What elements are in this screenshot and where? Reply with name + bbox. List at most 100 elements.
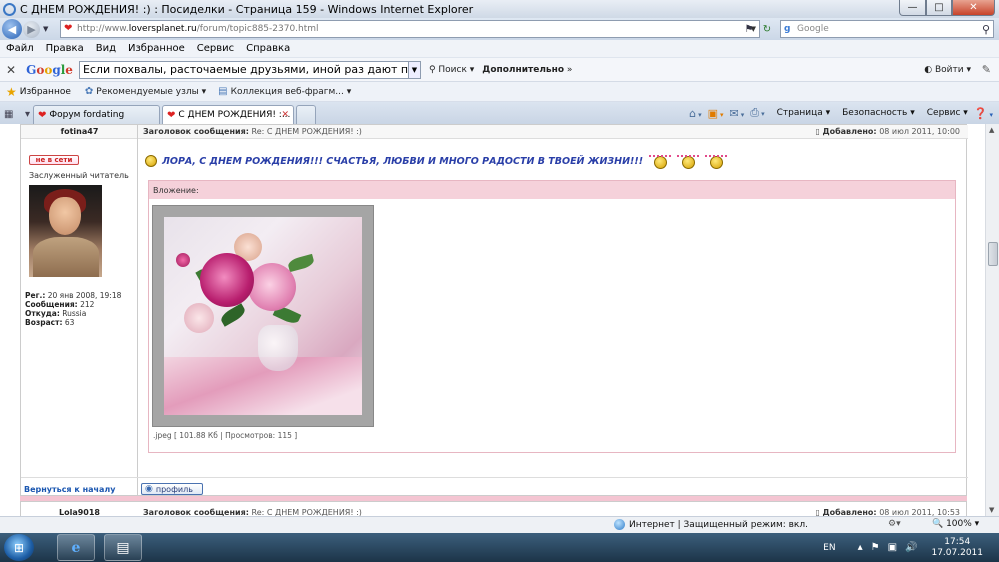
safety-menu[interactable]: Безопасность ▾	[836, 108, 915, 118]
settings-wrench-icon[interactable]: ✎	[982, 63, 991, 76]
menu-file[interactable]: Файл	[6, 43, 34, 54]
attachment-label: Вложение:	[149, 181, 955, 199]
next-forum-post: Lola9018 Заголовок сообщения: Re: С ДНЕМ…	[20, 501, 967, 516]
back-to-top-link[interactable]: Вернуться к началу	[24, 485, 115, 494]
favorites-label[interactable]: Избранное	[20, 87, 71, 97]
attachment-caption: .jpeg [ 101.88 Кб | Просмотров: 115 ]	[153, 431, 298, 440]
close-button[interactable]: ✕	[952, 0, 995, 16]
menu-view[interactable]: Вид	[96, 43, 116, 54]
next-post-author[interactable]: Lola9018	[21, 508, 138, 516]
signin-button[interactable]: ◐ Войти ▾	[924, 65, 971, 75]
security-zone[interactable]: Интернет | Защищенный режим: вкл.	[614, 519, 808, 530]
web-slice-icon: ▤	[218, 86, 228, 97]
search-icon[interactable]: ⚲	[982, 23, 990, 36]
post-footer: Вернуться к началу ◉ профиль	[21, 477, 968, 497]
stat-posts: Сообщения: 212	[25, 300, 95, 309]
stat-registered: Рег.: 20 янв 2008, 19:18	[25, 291, 122, 300]
dancing-smiley-icon	[705, 155, 728, 169]
feeds-icon[interactable]: ▣ ▾	[708, 107, 724, 120]
tab-favicon-icon: ❤	[38, 109, 47, 121]
suggested-sites-icon: ✿	[84, 86, 94, 97]
command-bar: ⌂ ▾ ▣ ▾ ✉ ▾ ⎙ ▾ Страница ▾ Безопасность ▾ Се…	[683, 106, 993, 120]
tab-forum[interactable]: ❤ Форум fordating	[33, 105, 160, 124]
status-bar: Интернет | Защищенный режим: вкл. ⚙▾ 🔍 1…	[0, 516, 999, 533]
url-host: loversplanet.ru	[128, 24, 197, 34]
next-post-date: ▯ Добавлено: 08 июл 2011, 10:53	[815, 508, 961, 516]
language-indicator[interactable]: EN	[823, 543, 835, 553]
post-author[interactable]: fotina47	[21, 127, 138, 136]
globe-icon	[614, 519, 625, 530]
more-button[interactable]: Дополнительно »	[482, 65, 572, 75]
user-stats: Рег.: 20 янв 2008, 19:18 Сообщения: 212 …	[25, 291, 121, 327]
forum-post: fotina47 Заголовок сообщения: Re: С ДНЕМ…	[20, 124, 968, 497]
taskbar-app-icon[interactable]: ▤	[104, 534, 142, 561]
favorites-bar: ★ Избранное ✿ Рекомендуемые узлы ▾ ▤ Колле…	[0, 82, 999, 102]
window-title: С ДНЕМ РОЖДЕНИЯ! :) : Посиделки - Страни…	[20, 2, 474, 16]
tab-birthday[interactable]: ❤ С ДНЕМ РОЖДЕНИЯ! :... ✕	[162, 105, 294, 124]
scroll-down-icon[interactable]: ▼	[989, 506, 994, 514]
search-input[interactable]: g Google ⚲	[780, 20, 994, 38]
quick-tabs-icon[interactable]: ▦ ▾	[4, 106, 30, 123]
google-toolbar: ✕ Google Если похвалы, расточаемые друзь…	[0, 58, 999, 82]
favorites-star-icon[interactable]: ★	[6, 85, 17, 99]
message-text: ЛОРА, С ДНЕМ РОЖДЕНИЯ!!! СЧАСТЬЯ, ЛЮБВИ …	[162, 155, 644, 167]
protected-mode-icon[interactable]: ⚙▾	[888, 519, 901, 529]
avatar	[29, 185, 102, 277]
page-menu[interactable]: Страница ▾	[771, 108, 831, 118]
history-dropdown[interactable]: ▼	[43, 25, 48, 33]
clock[interactable]: 17:54 17.07.2011	[931, 537, 983, 559]
window-controls: — □ ✕	[899, 0, 995, 16]
new-tab-button[interactable]	[296, 105, 316, 124]
vertical-scrollbar[interactable]: ▲ ▼	[985, 124, 999, 516]
taskbar-ie-icon[interactable]: e	[57, 534, 95, 561]
favorites-item-webslices[interactable]: ▤ Коллекция веб-фрагм... ▾	[218, 86, 351, 97]
menu-tools[interactable]: Сервис	[197, 43, 234, 54]
close-toolbar-icon[interactable]: ✕	[6, 63, 16, 77]
mail-icon[interactable]: ✉ ▾	[730, 107, 745, 120]
dancing-smiley-icon	[649, 155, 672, 169]
tools-menu[interactable]: Сервис ▾	[921, 108, 968, 118]
attachment-image[interactable]	[152, 205, 374, 427]
search-placeholder: Google	[797, 24, 829, 34]
google-search-input[interactable]: Если похвалы, расточаемые друзьями, иной…	[78, 60, 409, 79]
tray-arrow-icon[interactable]: ▴	[858, 542, 863, 553]
home-icon[interactable]: ⌂ ▾	[689, 107, 702, 120]
stat-age: Возраст: 63	[25, 318, 75, 327]
dancing-smiley-icon	[677, 155, 700, 169]
start-button[interactable]: ⊞	[4, 534, 34, 561]
minimize-button[interactable]: —	[899, 0, 926, 16]
network-icon[interactable]: ▣	[888, 542, 897, 553]
url-field[interactable]: ❤ http://www. loversplanet.ru/forum/topic…	[60, 20, 760, 38]
maximize-button[interactable]: □	[926, 0, 952, 16]
zoom-level[interactable]: 🔍 100% ▾	[932, 519, 979, 529]
volume-icon[interactable]: 🔊	[905, 542, 917, 553]
refresh-icon[interactable]: ↻	[760, 22, 774, 36]
compat-view-icon[interactable]: ⚑	[742, 22, 756, 36]
title-bar: С ДНЕМ РОЖДЕНИЯ! :) : Посиделки - Страни…	[0, 0, 999, 18]
forward-button[interactable]: ▶	[23, 20, 40, 38]
page-content: fotina47 Заголовок сообщения: Re: С ДНЕМ…	[0, 124, 985, 516]
close-tab-icon[interactable]: ✕	[281, 110, 289, 120]
site-favicon-icon: ❤	[64, 23, 73, 34]
menu-help[interactable]: Справка	[246, 43, 290, 54]
scroll-up-icon[interactable]: ▲	[989, 126, 994, 134]
flag-icon[interactable]: ⚑	[871, 542, 880, 553]
ie-logo-icon	[3, 2, 16, 16]
attachment-box: Вложение: .jpeg [ 101.88 Кб | Просмотров…	[148, 180, 956, 453]
print-icon[interactable]: ⎙ ▾	[750, 106, 764, 120]
scroll-thumb[interactable]	[988, 242, 998, 266]
google-search-button[interactable]: ⚲ Поиск ▾	[429, 65, 474, 75]
back-button[interactable]: ◀	[2, 19, 22, 39]
post-message: :) ЛОРА, С ДНЕМ РОЖДЕНИЯ!!! СЧАСТЬЯ, ЛЮБ…	[145, 155, 728, 169]
system-tray: EN ▴ ⚑ ▣ 🔊 17:54 17.07.2011	[823, 533, 993, 562]
profile-button[interactable]: ◉ профиль	[141, 483, 203, 495]
address-bar: ◀ ▶ ▼ ❤ http://www. loversplanet.ru/forum…	[0, 18, 999, 40]
stat-location: Откуда: Russia	[25, 309, 87, 318]
favorites-item-suggested[interactable]: ✿ Рекомендуемые узлы ▾	[85, 86, 206, 97]
menu-favorites[interactable]: Избранное	[128, 43, 185, 54]
menu-edit[interactable]: Правка	[46, 43, 84, 54]
menu-bar: Файл Правка Вид Избранное Сервис Справка	[0, 40, 999, 58]
google-search-dropdown-icon[interactable]: ▼	[408, 60, 421, 79]
peony-bouquet-photo	[164, 217, 362, 415]
help-icon[interactable]: ❓ ▾	[974, 107, 993, 120]
